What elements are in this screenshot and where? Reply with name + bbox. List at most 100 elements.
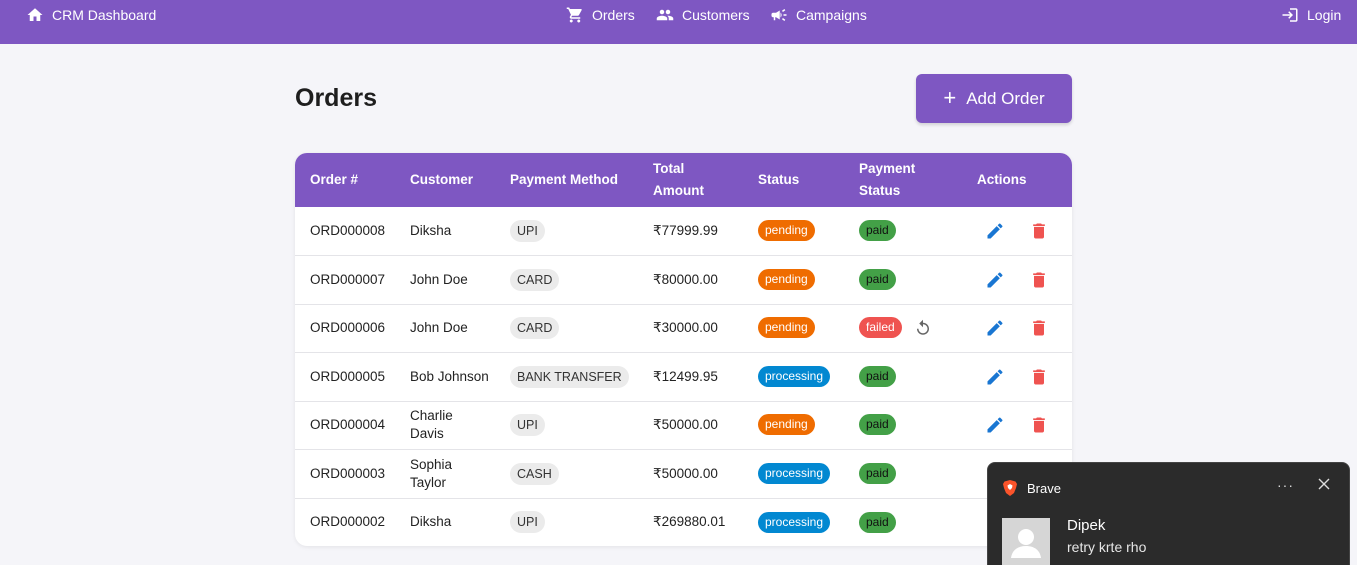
more-options-icon[interactable]: ··· — [1277, 477, 1294, 493]
payment-method-chip: CASH — [510, 462, 559, 485]
delete-icon[interactable] — [1029, 367, 1049, 387]
status-badge: processing — [758, 511, 831, 533]
nav-brand-link[interactable]: CRM Dashboard — [26, 6, 156, 24]
edit-icon[interactable] — [985, 270, 1005, 290]
nav-login-label: Login — [1307, 7, 1342, 23]
order-number: ORD000008 — [310, 222, 386, 238]
edit-icon[interactable] — [985, 367, 1005, 387]
customer-name: John Doe — [410, 271, 468, 287]
customer-name: Diksha — [410, 514, 452, 530]
home-icon — [27, 8, 43, 21]
add-order-label: Add Order — [966, 88, 1045, 108]
edit-icon[interactable] — [985, 318, 1005, 338]
cart-icon — [566, 7, 582, 23]
person-icon — [1011, 529, 1041, 558]
customer-name: Bob Johnson — [410, 368, 489, 384]
payment-status-badge: paid — [859, 463, 896, 485]
actions-cell — [985, 353, 1049, 401]
nav-campaigns-link[interactable]: Campaigns — [770, 6, 867, 24]
status-cell: pending — [758, 401, 815, 449]
payment-method-cell: BANK TRANSFER — [510, 353, 629, 401]
status-badge: processing — [758, 463, 831, 485]
order-number: ORD000007 — [310, 271, 386, 287]
status-cell: pending — [758, 256, 815, 304]
toast-app-header: Brave — [1003, 480, 1061, 496]
table-header: Order # Customer Payment Method Total Amo… — [295, 153, 1072, 207]
order-number: ORD000003 — [310, 465, 386, 481]
delete-icon[interactable] — [1029, 318, 1049, 338]
notification-toast[interactable]: Brave ··· Dipek retry krte rho — [987, 462, 1350, 565]
total-amount: ₹50000.00 — [653, 465, 718, 481]
payment-method-chip: CARD — [510, 316, 560, 339]
actions-cell — [985, 304, 1049, 352]
total-amount: ₹269880.01 — [653, 514, 726, 530]
total-amount: ₹80000.00 — [653, 271, 718, 287]
table-row: ORD000003 Sophia Taylor CASH ₹50000.00 proce… — [295, 450, 1072, 499]
retry-icon[interactable] — [914, 319, 932, 337]
table-row: ORD000004 Charlie Davis UPI ₹50000.00 pendin… — [295, 401, 1072, 450]
status-badge: pending — [758, 269, 815, 291]
close-icon[interactable] — [1316, 476, 1332, 492]
order-number: ORD000004 — [310, 416, 386, 432]
header-payment-method: Payment Method — [510, 172, 619, 187]
toast-sender: Dipek — [1067, 517, 1106, 534]
top-navbar: CRM Dashboard Orders Customers Campaigns… — [0, 0, 1357, 44]
status-badge: pending — [758, 220, 815, 242]
payment-status-cell: paid — [859, 353, 896, 401]
customer-name: John Doe — [410, 319, 468, 335]
header-status: Status — [758, 172, 800, 187]
payment-status-badge: paid — [859, 220, 896, 242]
payment-status-badge: paid — [859, 366, 896, 388]
plus-icon: + — [943, 84, 957, 110]
toast-message: retry krte rho — [1067, 539, 1147, 555]
avatar — [1002, 518, 1050, 565]
payment-method-chip: CARD — [510, 268, 560, 291]
payment-status-cell: paid — [859, 207, 896, 255]
delete-icon[interactable] — [1029, 415, 1049, 435]
nav-customers-link[interactable]: Customers — [656, 6, 750, 24]
edit-icon[interactable] — [985, 221, 1005, 241]
order-number: ORD000005 — [310, 368, 386, 384]
status-cell: processing — [758, 450, 831, 498]
status-cell: pending — [758, 304, 815, 352]
total-amount: ₹30000.00 — [653, 319, 718, 335]
nav-login-link[interactable]: Login — [1281, 6, 1341, 24]
order-number: ORD000006 — [310, 319, 386, 335]
add-order-button[interactable]: + Add Order — [916, 74, 1072, 123]
table-row: ORD000008 Diksha UPI ₹77999.99 pending paid — [295, 207, 1072, 256]
nav-orders-link[interactable]: Orders — [566, 6, 635, 24]
header-order: Order # — [310, 172, 359, 187]
nav-brand-label: CRM Dashboard — [52, 7, 157, 23]
orders-table: Order # Customer Payment Method Total Amo… — [295, 153, 1072, 546]
login-icon — [1282, 8, 1298, 22]
payment-method-chip: UPI — [510, 511, 545, 534]
order-number: ORD000002 — [310, 514, 386, 530]
payment-method-chip: UPI — [510, 219, 545, 242]
header-customer: Customer — [410, 172, 474, 187]
people-icon — [656, 9, 674, 21]
total-amount: ₹50000.00 — [653, 416, 718, 432]
header-payment-status: Payment Status — [859, 161, 916, 198]
payment-status-cell: paid — [859, 401, 896, 449]
payment-method-cell: CARD — [510, 304, 560, 352]
payment-method-chip: BANK TRANSFER — [510, 365, 629, 388]
delete-icon[interactable] — [1029, 270, 1049, 290]
nav-orders-label: Orders — [592, 7, 635, 23]
payment-status-cell: failed — [859, 304, 932, 352]
payment-status-cell: paid — [859, 498, 896, 546]
status-badge: processing — [758, 366, 831, 388]
header-total-amount: Total Amount — [653, 161, 704, 198]
payment-status-cell: paid — [859, 450, 896, 498]
table-row: ORD000006 John Doe CARD ₹30000.00 pending fai… — [295, 304, 1072, 353]
actions-cell — [985, 256, 1049, 304]
status-badge: pending — [758, 317, 815, 339]
delete-icon[interactable] — [1029, 221, 1049, 241]
megaphone-icon — [771, 9, 787, 21]
payment-method-cell: CASH — [510, 450, 559, 498]
page-title: Orders — [295, 84, 377, 112]
payment-status-cell: paid — [859, 256, 896, 304]
edit-icon[interactable] — [985, 415, 1005, 435]
table-row: ORD000007 John Doe CARD ₹80000.00 pending pai… — [295, 256, 1072, 305]
payment-method-cell: UPI — [510, 207, 545, 255]
payment-status-badge: paid — [859, 269, 896, 291]
